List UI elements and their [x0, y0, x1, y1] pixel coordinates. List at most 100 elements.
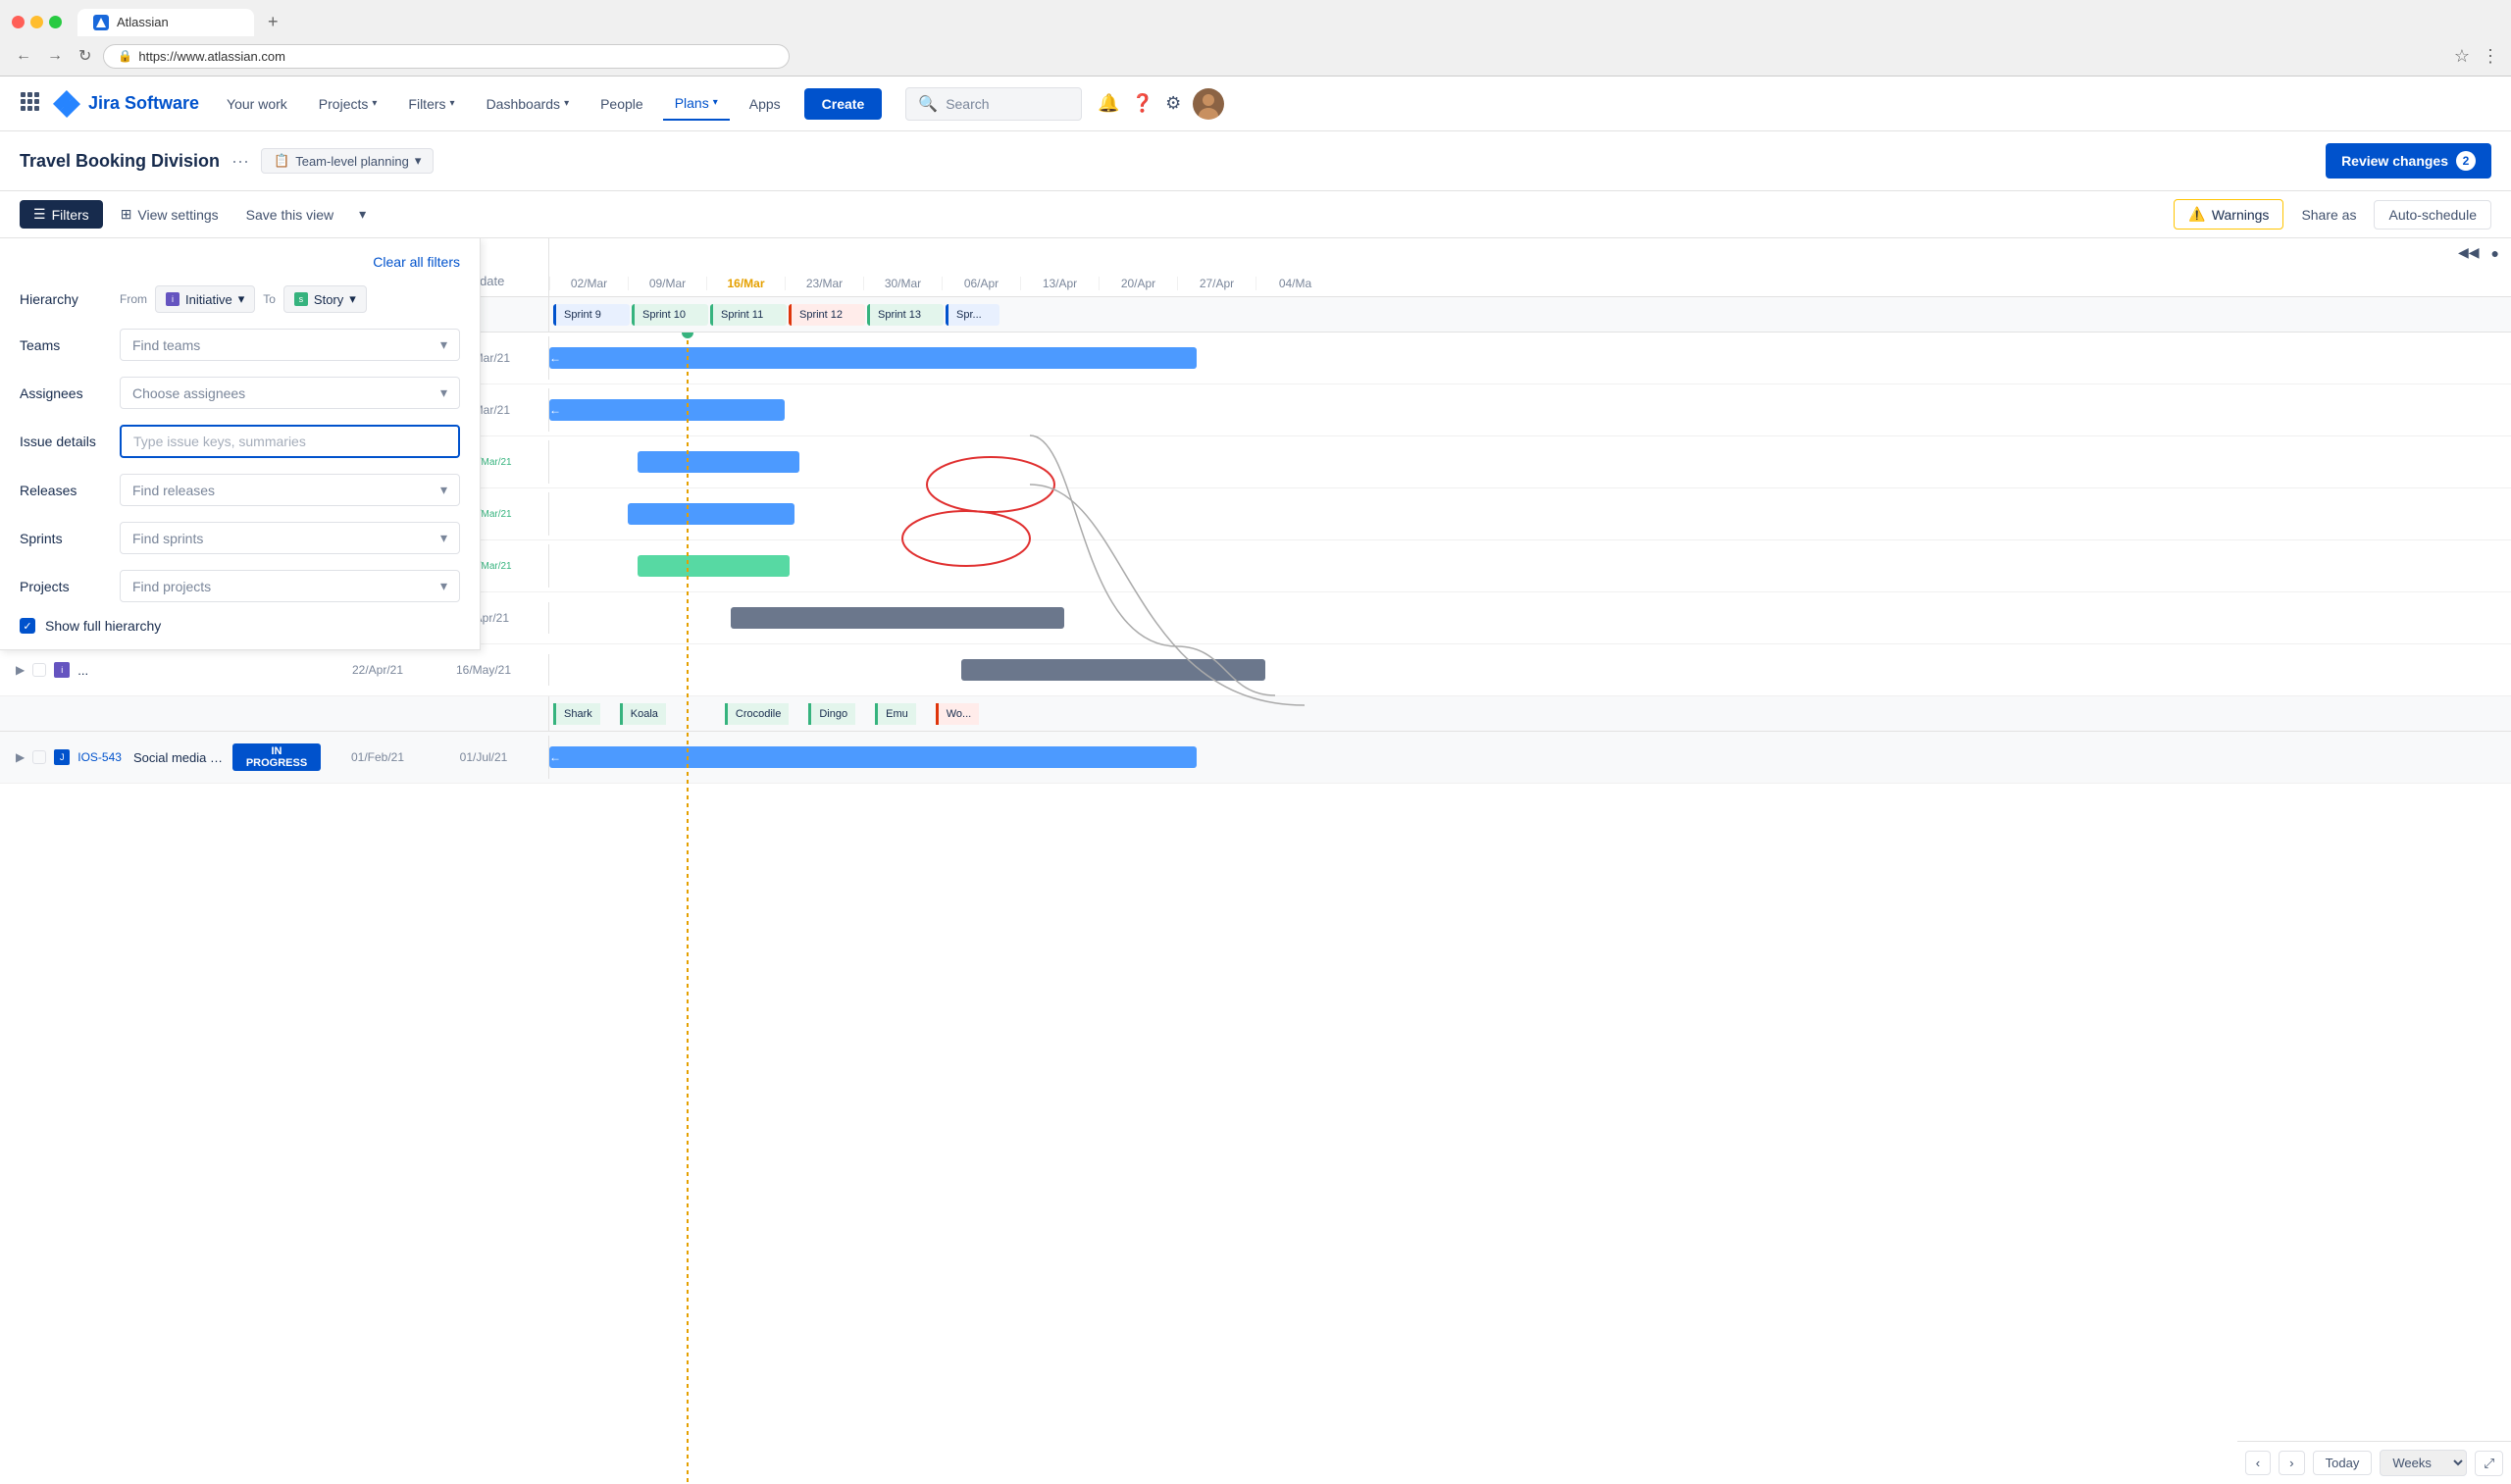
timeline-prev-btn[interactable]: ‹ — [2245, 1451, 2271, 1475]
forward-btn[interactable]: → — [43, 43, 67, 69]
releases-dropdown[interactable]: Find releases ▾ — [120, 474, 460, 506]
timeline-scroll-right-btn[interactable]: ● — [2487, 243, 2503, 263]
version-crocodile[interactable]: Crocodile — [725, 703, 789, 725]
gantt-row-right-3 — [549, 436, 2511, 487]
hierarchy-label: Hierarchy — [20, 291, 108, 307]
gantt-bar-3[interactable] — [638, 451, 799, 473]
releases-label: Releases — [20, 483, 108, 498]
sprint-13[interactable]: Sprint 13 — [867, 304, 944, 326]
nav-people[interactable]: People — [589, 88, 655, 120]
issue-details-input[interactable] — [120, 425, 460, 458]
teams-dropdown[interactable]: Find teams ▾ — [120, 329, 460, 361]
nav-apps[interactable]: Apps — [738, 88, 793, 120]
sprints-label: Sprints — [20, 531, 108, 546]
today-btn[interactable]: Today — [2313, 1451, 2373, 1475]
date-col-2: 16/Mar — [706, 277, 785, 290]
user-avatar[interactable] — [1193, 88, 1224, 120]
row-start-7: 22/Apr/21 — [329, 663, 427, 677]
timeline-next-btn[interactable]: › — [2279, 1451, 2304, 1475]
nav-your-work[interactable]: Your work — [215, 88, 299, 120]
sprint-11[interactable]: Sprint 11 — [710, 304, 787, 326]
nav-dashboards-chevron: ▾ — [564, 98, 569, 109]
story-selector[interactable]: s Story ▾ — [283, 285, 367, 313]
create-button[interactable]: Create — [804, 88, 883, 120]
new-tab-btn[interactable]: + — [258, 8, 288, 36]
warnings-btn[interactable]: ⚠️ Warnings — [2174, 199, 2283, 230]
browser-tab-active[interactable]: Atlassian — [77, 9, 254, 36]
help-btn[interactable]: ❓ — [1132, 93, 1153, 114]
issue-details-label: Issue details — [20, 434, 108, 449]
releases-chevron: ▾ — [440, 482, 447, 498]
version-wo[interactable]: Wo... — [936, 703, 979, 725]
sprint-12[interactable]: Sprint 12 — [789, 304, 865, 326]
nav-dashboards[interactable]: Dashboards ▾ — [475, 88, 582, 120]
maximize-window-btn[interactable] — [49, 16, 62, 28]
share-btn[interactable]: Share as — [2291, 201, 2366, 229]
sprints-placeholder: Find sprints — [132, 531, 203, 546]
nav-projects[interactable]: Projects ▾ — [307, 88, 389, 120]
initiative-selector[interactable]: i Initiative ▾ — [155, 285, 255, 313]
toolbar-more-btn[interactable]: ▾ — [351, 200, 374, 229]
gantt-timeline-header: ◀◀ ● 02/Mar 09/Mar 16/Mar 23/Mar 30/Mar … — [549, 238, 2511, 296]
jira-logo[interactable]: Jira Software — [51, 88, 199, 120]
nav-filters[interactable]: Filters ▾ — [396, 88, 466, 120]
filters-btn[interactable]: ☰ Filters — [20, 200, 103, 229]
apps-grid-icon[interactable] — [16, 87, 43, 121]
notifications-btn[interactable]: 🔔 — [1098, 93, 1119, 114]
gantt-bar-7[interactable] — [961, 659, 1265, 681]
reload-btn[interactable]: ↻ — [75, 42, 95, 70]
row-checkbox-bottom[interactable] — [32, 750, 46, 764]
sprint-10[interactable]: Sprint 10 — [632, 304, 708, 326]
project-more-btn[interactable]: ··· — [231, 151, 249, 172]
gantt-bar-4[interactable] — [628, 503, 794, 525]
date-col-8: 27/Apr — [1177, 277, 1256, 290]
nav-plans[interactable]: Plans ▾ — [663, 87, 730, 121]
fullscreen-btn[interactable]: ⤢ — [2475, 1451, 2503, 1476]
row-expand-bottom[interactable]: ▶ — [16, 750, 25, 764]
version-dingo[interactable]: Dingo — [808, 703, 855, 725]
sprint-9[interactable]: Sprint 9 — [553, 304, 630, 326]
clear-filters-btn[interactable]: Clear all filters — [373, 254, 460, 270]
projects-dropdown[interactable]: Find projects ▾ — [120, 570, 460, 602]
timeline-scroll-left-btn[interactable]: ◀◀ — [2454, 242, 2484, 263]
auto-schedule-btn[interactable]: Auto-schedule — [2374, 200, 2491, 230]
browser-menu-icon[interactable]: ⋮ — [2482, 46, 2499, 67]
planning-type-badge[interactable]: 📋 Team-level planning ▾ — [261, 148, 434, 174]
gantt-bar-bottom[interactable]: ← — [549, 746, 1197, 768]
date-col-5: 06/Apr — [942, 277, 1020, 290]
gantt-bar-6[interactable] — [731, 607, 1064, 629]
nav-filters-chevron: ▾ — [450, 98, 455, 109]
search-box[interactable]: 🔍 Search — [905, 87, 1082, 121]
sprints-dropdown[interactable]: Find sprints ▾ — [120, 522, 460, 554]
row-checkbox-7[interactable] — [32, 663, 46, 677]
back-btn[interactable]: ← — [12, 43, 35, 69]
planning-type-chevron: ▾ — [415, 153, 422, 169]
initiative-icon: i — [166, 292, 179, 306]
teams-chevron: ▾ — [440, 336, 447, 353]
gantt-bar-1[interactable]: ← — [549, 347, 1197, 369]
projects-filter-row: Projects Find projects ▾ — [20, 570, 460, 602]
bar-arrow-2: ← — [549, 403, 561, 417]
weeks-select[interactable]: Weeks Months Quarters — [2380, 1450, 2467, 1476]
gantt-bar-2[interactable]: ← — [549, 399, 785, 421]
address-bar[interactable]: 🔒 https://www.atlassian.com — [103, 44, 790, 69]
gantt-bar-5[interactable] — [638, 555, 790, 577]
version-koala[interactable]: Koala — [620, 703, 666, 725]
date-col-3: 23/Mar — [785, 277, 863, 290]
nav-plans-chevron: ▾ — [713, 97, 718, 108]
search-placeholder: Search — [946, 96, 989, 112]
minimize-window-btn[interactable] — [30, 16, 43, 28]
view-settings-btn[interactable]: ⊞ View settings — [111, 200, 229, 229]
close-window-btn[interactable] — [12, 16, 25, 28]
show-hierarchy-checkbox[interactable]: ✓ — [20, 618, 35, 634]
story-label: Story — [314, 292, 343, 307]
assignees-dropdown[interactable]: Choose assignees ▾ — [120, 377, 460, 409]
save-view-btn[interactable]: Save this view — [236, 201, 343, 229]
review-changes-btn[interactable]: Review changes 2 — [2326, 143, 2491, 179]
version-shark[interactable]: Shark — [553, 703, 600, 725]
settings-btn[interactable]: ⚙ — [1165, 93, 1181, 114]
row-expand-7[interactable]: ▶ — [16, 663, 25, 677]
bookmark-icon[interactable]: ☆ — [2454, 46, 2470, 67]
version-emu[interactable]: Emu — [875, 703, 916, 725]
sprint-next[interactable]: Spr... — [946, 304, 999, 326]
